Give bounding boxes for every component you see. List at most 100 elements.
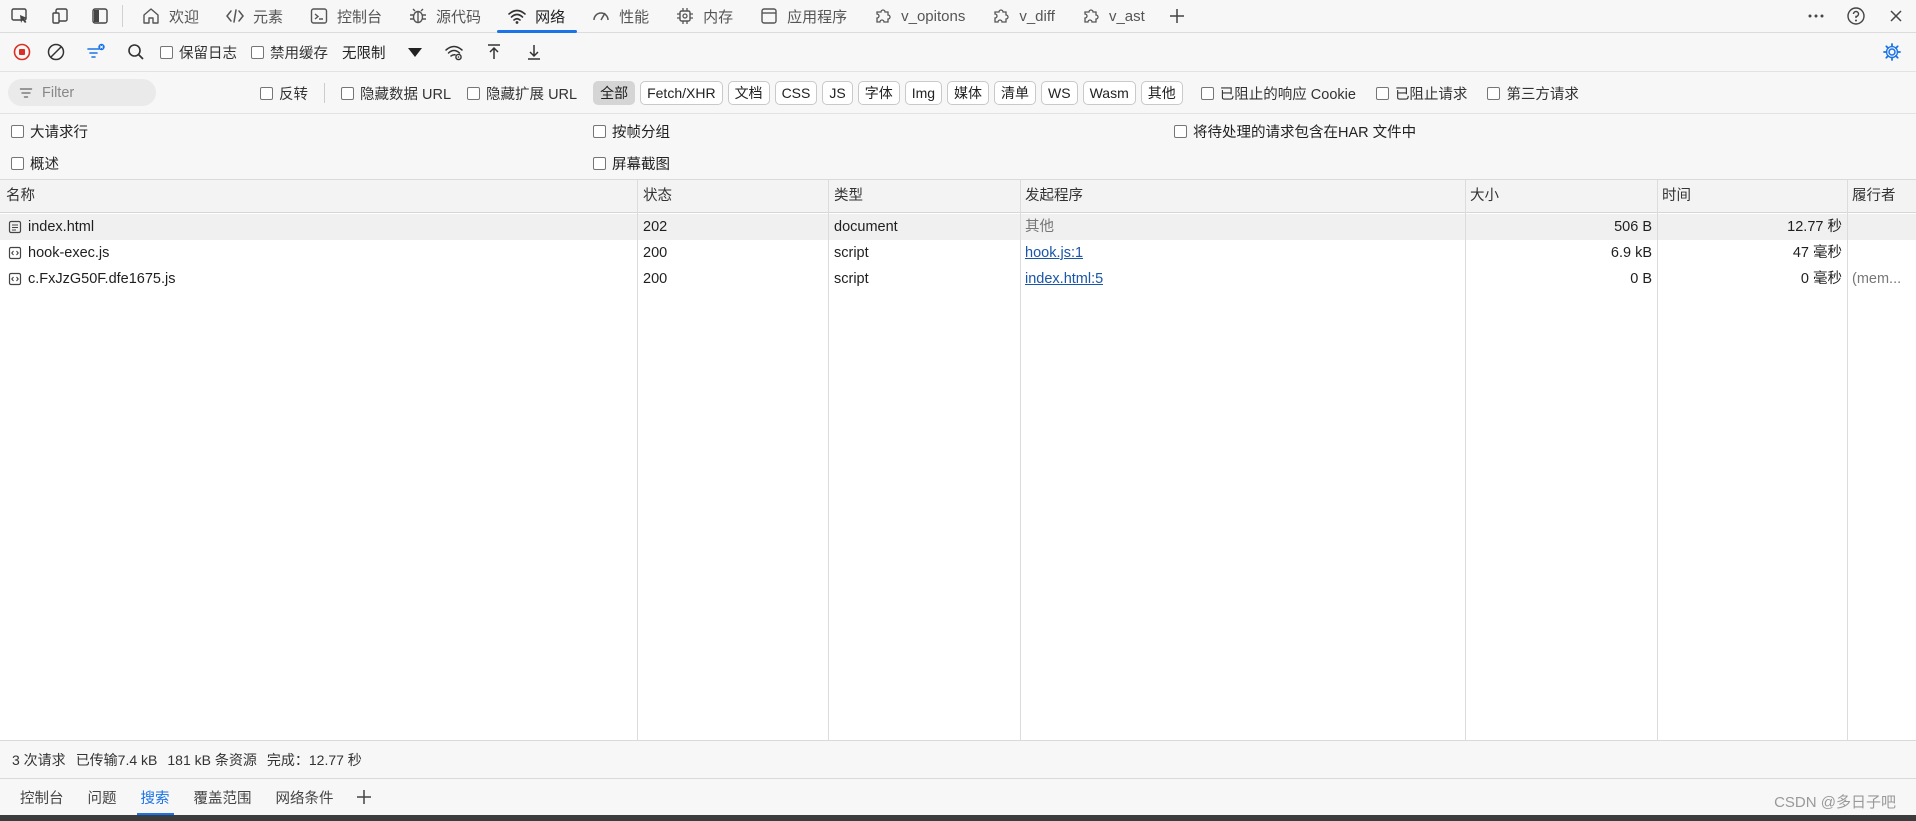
puzzle-icon: [991, 6, 1011, 26]
top-right-actions: [1796, 0, 1916, 33]
column-header-time[interactable]: 时间: [1662, 180, 1691, 213]
cell-type: script: [834, 245, 869, 261]
drawer-tab-console[interactable]: 控制台: [8, 779, 76, 815]
preserve-log-checkbox[interactable]: 保留日志: [160, 42, 237, 63]
type-chip-img[interactable]: Img: [904, 81, 943, 105]
drawer-add-tab-button[interactable]: [346, 779, 382, 815]
wifi-settings-icon: [444, 42, 464, 62]
type-chip-all[interactable]: 全部: [593, 81, 636, 105]
third-party-checkbox[interactable]: 第三方请求: [1487, 83, 1579, 104]
drawer-tab-coverage[interactable]: 覆盖范围: [182, 779, 264, 815]
disable-cache-checkbox[interactable]: 禁用缓存: [251, 42, 328, 63]
column-divider[interactable]: [828, 180, 829, 740]
tab-elements[interactable]: 元素: [213, 0, 297, 33]
column-divider[interactable]: [1657, 180, 1658, 740]
tab-label: 源代码: [436, 8, 482, 26]
filter-placeholder: Filter: [42, 84, 75, 101]
group-by-frame-checkbox[interactable]: 按帧分组: [593, 122, 670, 141]
import-har-button[interactable]: [474, 33, 514, 72]
help-icon[interactable]: [1836, 0, 1876, 33]
column-header-status[interactable]: 状态: [643, 180, 672, 213]
blocked-requests-checkbox[interactable]: 已阻止请求: [1375, 83, 1468, 104]
dock-side-icon[interactable]: [80, 0, 120, 33]
network-toolbar: 保留日志 禁用缓存 无限制: [0, 33, 1916, 72]
download-icon: [524, 42, 544, 62]
filter-active-icon: [86, 42, 106, 62]
close-devtools-icon[interactable]: [1876, 0, 1916, 33]
clear-button[interactable]: [36, 33, 76, 72]
column-divider[interactable]: [1020, 180, 1021, 740]
type-chip-wasm[interactable]: Wasm: [1082, 81, 1136, 105]
column-header-type[interactable]: 类型: [834, 180, 863, 213]
search-icon: [126, 42, 146, 62]
type-chip-other[interactable]: 其他: [1140, 81, 1183, 105]
drawer-tab-search[interactable]: 搜索: [129, 779, 182, 815]
tab-console[interactable]: 控制台: [297, 0, 396, 33]
checkbox-label: 已阻止请求: [1394, 86, 1468, 103]
type-chip-fetch-xhr[interactable]: Fetch/XHR: [640, 81, 723, 105]
tab-v-opitons[interactable]: v_opitons: [861, 0, 979, 33]
column-divider[interactable]: [637, 180, 638, 740]
checkbox-label: 反转: [279, 86, 308, 103]
type-chip-js[interactable]: JS: [822, 81, 853, 105]
more-options-icon[interactable]: [1796, 0, 1836, 33]
tab-performance[interactable]: 性能: [579, 0, 663, 33]
tab-v-ast[interactable]: v_ast: [1069, 0, 1159, 33]
record-stop-button[interactable]: [8, 33, 36, 72]
tab-memory[interactable]: 内存: [663, 0, 747, 33]
hide-data-url-checkbox[interactable]: 隐藏数据 URL: [341, 83, 451, 104]
throttling-value: 无限制: [342, 45, 386, 62]
tab-sources[interactable]: 源代码: [396, 0, 495, 33]
tab-welcome[interactable]: 欢迎: [129, 0, 213, 33]
type-chip-manifest[interactable]: 清单: [994, 81, 1037, 105]
filter-input[interactable]: Filter: [8, 79, 156, 106]
column-header-initiator[interactable]: 发起程序: [1025, 180, 1083, 213]
plus-icon: [354, 787, 374, 807]
devtools-main-tabbar: 欢迎 元素 控制台 源代码 网络 性能 内存 应用程序 v_opitons v_…: [0, 0, 1916, 33]
cell-initiator: 其他: [1025, 219, 1054, 235]
script-icon: [8, 246, 22, 260]
tab-application[interactable]: 应用程序: [747, 0, 861, 33]
type-chip-ws[interactable]: WS: [1041, 81, 1078, 105]
network-settings-button[interactable]: [1872, 33, 1912, 72]
screenshots-checkbox[interactable]: 屏幕截图: [593, 154, 670, 173]
chip-icon: [675, 6, 695, 26]
tab-v-diff[interactable]: v_diff: [979, 0, 1069, 33]
search-button[interactable]: [116, 33, 156, 72]
hide-extension-url-checkbox[interactable]: 隐藏扩展 URL: [467, 83, 577, 104]
initiator-link[interactable]: index.html:5: [1025, 266, 1103, 292]
resources-size: 181 kB 条资源: [167, 751, 257, 768]
export-har-button[interactable]: [514, 33, 554, 72]
column-header-name[interactable]: 名称: [6, 180, 35, 213]
column-divider[interactable]: [1465, 180, 1466, 740]
initiator-link[interactable]: hook.js:1: [1025, 240, 1083, 266]
type-chip-font[interactable]: 字体: [857, 81, 900, 105]
tab-network[interactable]: 网络: [495, 0, 579, 33]
table-row[interactable]: index.html 202 document 其他 506 B 12.77 秒: [0, 214, 1916, 240]
add-tab-button[interactable]: [1159, 0, 1195, 33]
type-chip-css[interactable]: CSS: [774, 81, 818, 105]
type-chip-media[interactable]: 媒体: [947, 81, 990, 105]
device-emulation-icon[interactable]: [40, 0, 80, 33]
network-conditions-button[interactable]: [434, 33, 474, 72]
overview-checkbox[interactable]: 概述: [11, 154, 59, 173]
blocked-cookies-checkbox[interactable]: 已阻止的响应 Cookie: [1200, 83, 1356, 104]
bottom-edge: [0, 815, 1916, 821]
wifi-icon: [507, 6, 527, 26]
table-row[interactable]: hook-exec.js 200 script hook.js:1 6.9 kB…: [0, 240, 1916, 266]
column-header-size[interactable]: 大小: [1470, 180, 1499, 213]
throttling-select[interactable]: 无限制: [338, 38, 426, 66]
inspect-element-icon[interactable]: [0, 0, 40, 33]
cell-fulfilled-by: [1852, 240, 1912, 266]
filter-toggle-button[interactable]: [76, 33, 116, 72]
table-row[interactable]: c.FxJzG50F.dfe1675.js 200 script index.h…: [0, 266, 1916, 292]
drawer-tab-issues[interactable]: 问题: [76, 779, 129, 815]
column-divider[interactable]: [1847, 180, 1848, 740]
drawer-tab-network-conditions[interactable]: 网络条件: [264, 779, 346, 815]
big-request-rows-checkbox[interactable]: 大请求行: [11, 122, 88, 141]
type-chip-doc[interactable]: 文档: [727, 81, 770, 105]
cell-size: 506 B: [1614, 219, 1652, 235]
har-pending-checkbox[interactable]: 将待处理的请求包含在HAR 文件中: [1174, 122, 1416, 141]
invert-checkbox[interactable]: 反转: [260, 83, 308, 104]
column-header-fulfilled-by[interactable]: 履行者: [1852, 180, 1896, 213]
